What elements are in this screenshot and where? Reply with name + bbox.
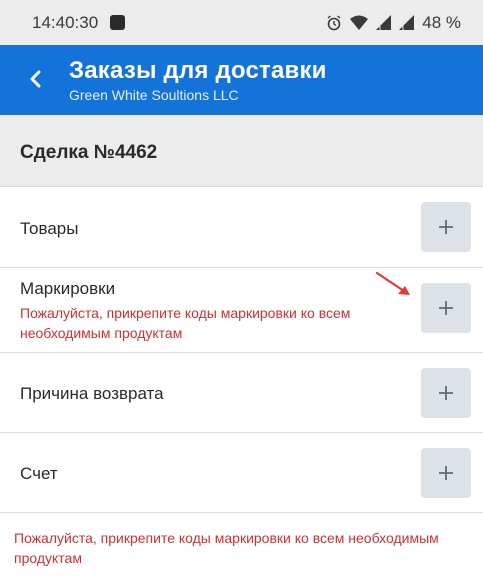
status-left: 14:40:30 [32, 12, 126, 33]
signal-icon [399, 15, 415, 30]
plus-icon [439, 301, 453, 315]
page-title: Заказы для доставки [69, 57, 327, 84]
status-bar: 14:40:30 48 % [0, 0, 483, 45]
wifi-icon [350, 15, 369, 30]
add-goods-button[interactable] [421, 202, 471, 252]
section-label: Маркировки [20, 279, 116, 298]
bottom-warning: Пожалуйста, прикрепите коды маркировки к… [14, 530, 439, 566]
section-row-invoice: Счет [0, 433, 483, 513]
section-label: Причина возврата [20, 384, 164, 403]
notification-square-icon [110, 15, 126, 30]
battery-text: 48 % [422, 12, 461, 32]
add-return-reason-button[interactable] [421, 368, 471, 418]
add-invoice-button[interactable] [421, 448, 471, 498]
section-warning: Пожалуйста, прикрепите коды маркировки к… [20, 305, 351, 341]
deal-title: Сделка №4462 [20, 142, 158, 163]
back-button[interactable] [20, 61, 52, 97]
alarm-icon [327, 14, 341, 30]
status-right: 48 % [326, 13, 461, 33]
signal-icon [376, 15, 392, 30]
deal-header: Сделка №4462 [0, 115, 483, 187]
status-time: 14:40:30 [32, 12, 99, 32]
annotation-arrow-icon [375, 271, 410, 295]
plus-icon [439, 466, 453, 480]
page-subtitle: Green White Soultions LLC [69, 87, 239, 103]
section-label: Товары [20, 219, 79, 238]
app-bar: Заказы для доставки Green White Soultion… [0, 45, 483, 115]
chevron-left-icon [30, 70, 41, 88]
section-label: Счет [20, 464, 58, 483]
section-row-return-reason: Причина возврата [0, 353, 483, 433]
add-markings-button[interactable] [421, 283, 471, 333]
plus-icon [439, 220, 453, 234]
plus-icon [439, 386, 453, 400]
section-row-goods: Товары [0, 187, 483, 268]
